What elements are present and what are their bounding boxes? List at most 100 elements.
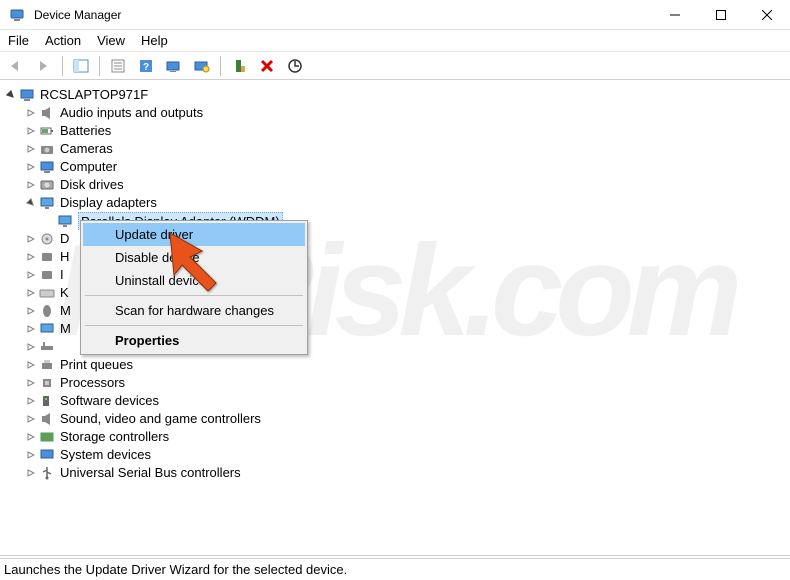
- dvd-icon: [38, 231, 56, 247]
- computer-icon: [18, 87, 36, 103]
- tree-item-label: Cameras: [60, 140, 113, 158]
- add-legacy-button[interactable]: [227, 55, 251, 77]
- scan-hardware-button[interactable]: [190, 55, 214, 77]
- forward-button[interactable]: [32, 55, 56, 77]
- software-icon: [38, 393, 56, 409]
- device-manager-icon: [8, 7, 26, 23]
- tree-item[interactable]: Sound, video and game controllers: [4, 410, 786, 428]
- chevron-right-icon[interactable]: [24, 397, 38, 405]
- tree-root[interactable]: RCSLAPTOP971F: [4, 86, 786, 104]
- close-button[interactable]: [744, 0, 790, 30]
- tree-item[interactable]: Display adapters: [4, 194, 786, 212]
- chevron-right-icon[interactable]: [24, 451, 38, 459]
- chevron-down-icon[interactable]: [4, 91, 18, 99]
- status-text: Launches the Update Driver Wizard for th…: [4, 562, 347, 577]
- menu-help[interactable]: Help: [141, 33, 168, 48]
- menu-bar: File Action View Help: [0, 30, 790, 52]
- menu-item-properties[interactable]: Properties: [83, 329, 305, 352]
- keyboard-icon: [38, 285, 56, 301]
- disk-icon: [38, 177, 56, 193]
- battery-icon: [38, 123, 56, 139]
- toolbar-separator: [99, 56, 100, 76]
- chevron-right-icon[interactable]: [24, 433, 38, 441]
- toolbar-separator: [62, 56, 63, 76]
- chevron-right-icon[interactable]: [24, 307, 38, 315]
- chevron-right-icon[interactable]: [24, 253, 38, 261]
- toolbar: ?: [0, 52, 790, 80]
- tree-item-label: D: [60, 230, 69, 248]
- tree-item[interactable]: Computer: [4, 158, 786, 176]
- tree-item-label: Computer: [60, 158, 117, 176]
- display-icon: [56, 213, 74, 229]
- system-icon: [38, 447, 56, 463]
- chevron-right-icon[interactable]: [24, 145, 38, 153]
- sound-icon: [38, 411, 56, 427]
- menu-item-scan[interactable]: Scan for hardware changes: [83, 299, 305, 322]
- tree-item[interactable]: Processors: [4, 374, 786, 392]
- tree-item-label: System devices: [60, 446, 151, 464]
- chevron-right-icon[interactable]: [24, 379, 38, 387]
- menu-action[interactable]: Action: [45, 33, 81, 48]
- chevron-right-icon[interactable]: [24, 343, 38, 351]
- usb-icon: [38, 465, 56, 481]
- chevron-down-icon[interactable]: [24, 199, 38, 207]
- cpu-icon: [38, 375, 56, 391]
- menu-file[interactable]: File: [8, 33, 29, 48]
- tree-root-label: RCSLAPTOP971F: [40, 86, 148, 104]
- chevron-right-icon[interactable]: [24, 181, 38, 189]
- update-driver-button[interactable]: [162, 55, 186, 77]
- chevron-right-icon[interactable]: [24, 289, 38, 297]
- tree-item[interactable]: Software devices: [4, 392, 786, 410]
- tree-item[interactable]: Batteries: [4, 122, 786, 140]
- svg-text:?: ?: [143, 62, 149, 73]
- monitor-icon: [38, 321, 56, 337]
- tree-item-label: Display adapters: [60, 194, 157, 212]
- chevron-right-icon[interactable]: [24, 109, 38, 117]
- tree-item-label: Storage controllers: [60, 428, 169, 446]
- chevron-right-icon[interactable]: [24, 271, 38, 279]
- tree-item-label: Disk drives: [60, 176, 124, 194]
- tree-item-label: Audio inputs and outputs: [60, 104, 203, 122]
- tree-item-label: K: [60, 284, 69, 302]
- chevron-right-icon[interactable]: [24, 361, 38, 369]
- tree-item[interactable]: Audio inputs and outputs: [4, 104, 786, 122]
- status-bar: Launches the Update Driver Wizard for th…: [0, 558, 790, 580]
- title-bar: Device Manager: [0, 0, 790, 30]
- menu-separator: [85, 325, 303, 326]
- uninstall-button[interactable]: [255, 55, 279, 77]
- device-tree[interactable]: RCSLAPTOP971F Audio inputs and outputs B…: [0, 80, 790, 488]
- menu-view[interactable]: View: [97, 33, 125, 48]
- tree-item-label: I: [60, 266, 64, 284]
- chevron-right-icon[interactable]: [24, 163, 38, 171]
- chevron-right-icon[interactable]: [24, 235, 38, 243]
- tree-item-label: Universal Serial Bus controllers: [60, 464, 241, 482]
- computer-icon: [38, 159, 56, 175]
- show-hide-tree-button[interactable]: [69, 55, 93, 77]
- disable-button[interactable]: [283, 55, 307, 77]
- hid-icon: [38, 249, 56, 265]
- maximize-button[interactable]: [698, 0, 744, 30]
- tree-item[interactable]: Disk drives: [4, 176, 786, 194]
- tree-item[interactable]: System devices: [4, 446, 786, 464]
- chevron-right-icon[interactable]: [24, 127, 38, 135]
- back-button[interactable]: [4, 55, 28, 77]
- tree-item-label: Batteries: [60, 122, 111, 140]
- toolbar-separator: [220, 56, 221, 76]
- minimize-button[interactable]: [652, 0, 698, 30]
- chevron-right-icon[interactable]: [24, 415, 38, 423]
- chevron-right-icon[interactable]: [24, 325, 38, 333]
- tree-item[interactable]: Storage controllers: [4, 428, 786, 446]
- tree-item-label: Processors: [60, 374, 125, 392]
- audio-icon: [38, 105, 56, 121]
- chevron-right-icon[interactable]: [24, 469, 38, 477]
- help-button[interactable]: ?: [134, 55, 158, 77]
- printer-icon: [38, 357, 56, 373]
- tree-item[interactable]: Print queues: [4, 356, 786, 374]
- tree-item-label: Software devices: [60, 392, 159, 410]
- tree-item[interactable]: Cameras: [4, 140, 786, 158]
- tree-item[interactable]: Universal Serial Bus controllers: [4, 464, 786, 482]
- camera-icon: [38, 141, 56, 157]
- tutorial-arrow-icon: [160, 225, 240, 298]
- properties-button[interactable]: [106, 55, 130, 77]
- tree-item-label: Sound, video and game controllers: [60, 410, 261, 428]
